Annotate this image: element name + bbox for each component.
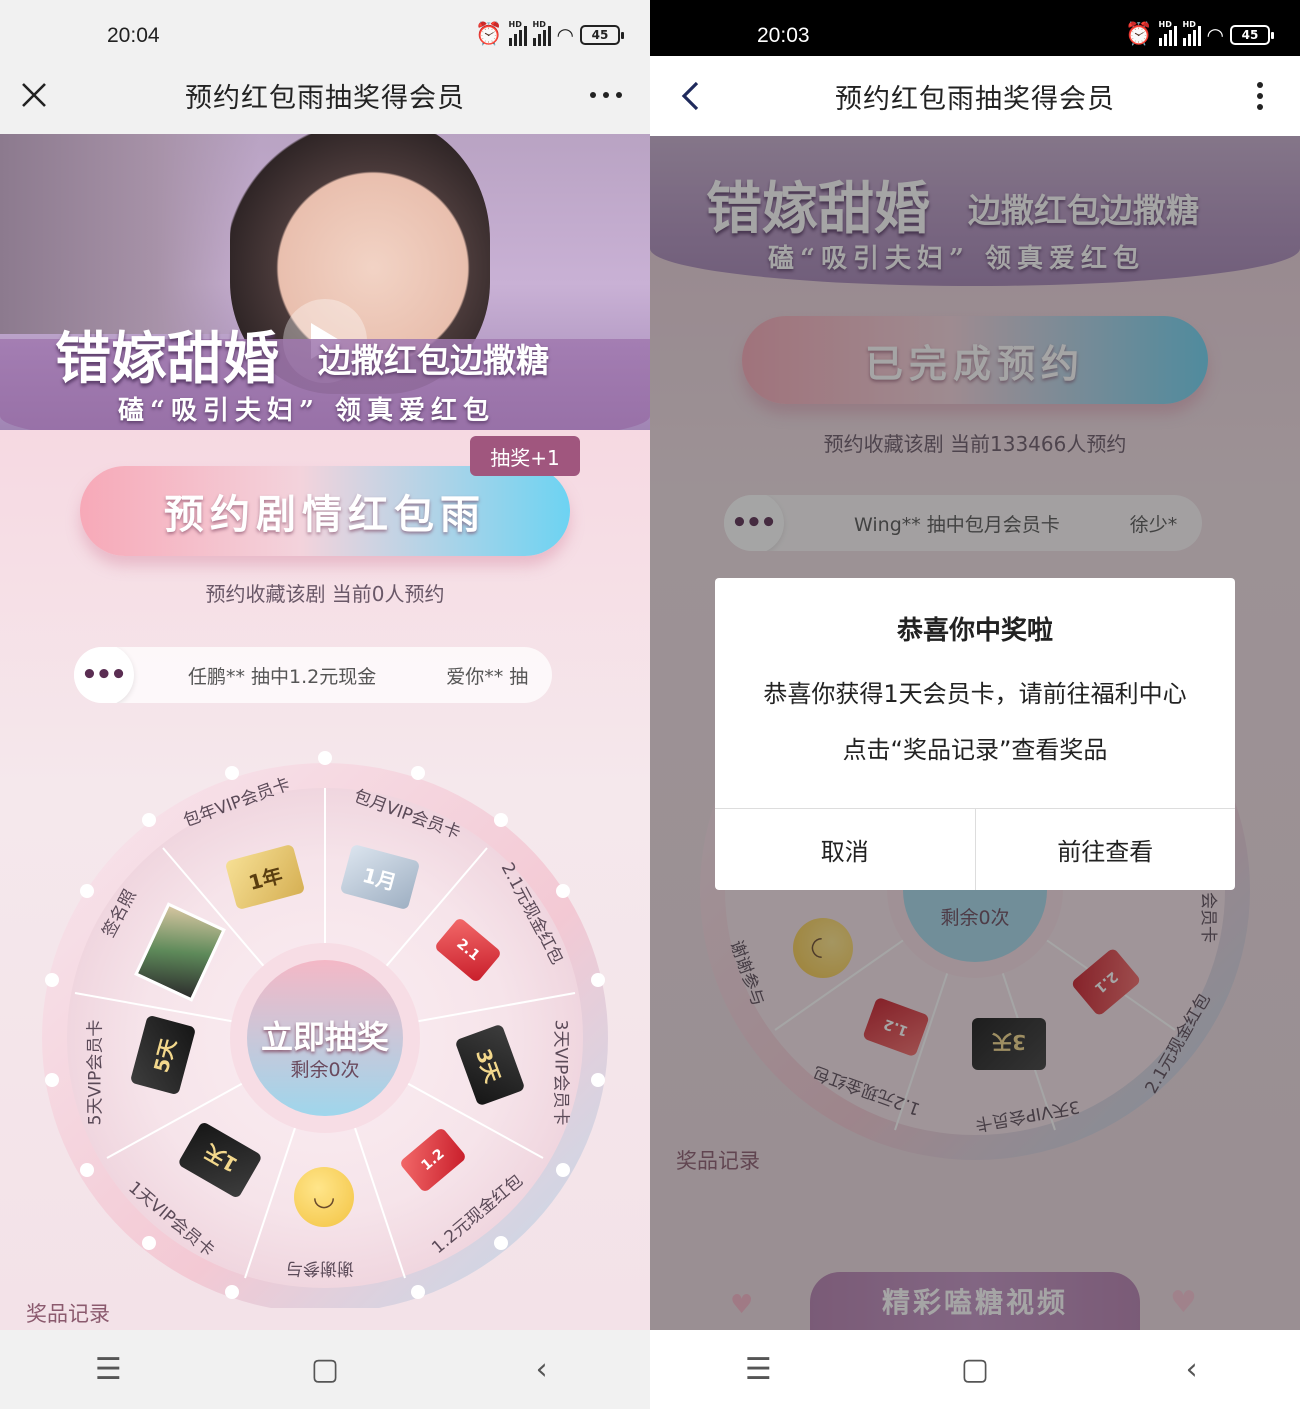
left-phone-screen: 20:04 ⏰ HD HD ◠ 45 预约红包雨抽奖得会员 错嫁甜婚 边撒红包边… xyxy=(0,0,650,1409)
spin-button[interactable]: 立即抽奖 xyxy=(255,1012,395,1058)
spins-left: 剩余0次 xyxy=(290,1059,360,1081)
status-icons: ⏰ HD HD ◠ 45 xyxy=(475,20,624,47)
prize-label: 谢谢参与 xyxy=(286,1258,354,1278)
signal-icon: HD xyxy=(508,20,527,46)
back-icon[interactable]: ‹ xyxy=(1162,1352,1222,1387)
wifi-icon: ◠ xyxy=(1206,22,1224,47)
reserve-button[interactable]: 预约剧情红包雨 xyxy=(80,466,570,556)
page-title: 预约红包雨抽奖得会员 xyxy=(185,82,465,114)
alarm-icon: ⏰ xyxy=(1125,22,1153,47)
status-time: 20:04 xyxy=(107,24,160,47)
drama-banner: 错嫁甜婚 边撒红包边撒糖 磕“吸引夫妇” 领真爱红包 xyxy=(0,134,650,434)
drama-subtitle: 磕“吸引夫妇” 领真爱红包 xyxy=(118,396,495,426)
signal-icon: HD xyxy=(532,20,551,46)
bookshelf-image xyxy=(0,134,260,334)
back-arrow-icon[interactable] xyxy=(666,72,714,120)
reserve-count-text: 预约收藏该剧 当前0人预约 xyxy=(205,582,445,606)
view-prize-button[interactable]: 前往查看 xyxy=(974,809,1236,890)
ticker-message: 爱你** 抽 xyxy=(446,665,529,688)
status-icons: ⏰ HD HD ◠ 45 xyxy=(1125,20,1274,47)
more-icon[interactable] xyxy=(582,71,630,119)
signal-icon: HD xyxy=(1182,20,1201,46)
drama-title: 错嫁甜婚 xyxy=(55,326,279,392)
prize-label: 5天VIP会员卡 xyxy=(85,1019,106,1126)
menu-icon[interactable]: ☰ xyxy=(78,1352,138,1387)
system-nav-bar: ☰ ▢ ‹ xyxy=(650,1330,1300,1409)
cancel-button[interactable]: 取消 xyxy=(715,809,975,890)
page-title: 预约红包雨抽奖得会员 xyxy=(835,83,1115,115)
back-icon[interactable]: ‹ xyxy=(512,1352,572,1387)
status-time: 20:03 xyxy=(757,24,810,47)
battery-icon: 45 xyxy=(580,24,624,45)
wifi-icon: ◠ xyxy=(556,22,574,47)
dialog-message: 恭喜你获得1天会员卡，请前往福利中心点击“奖品记录”查看奖品 xyxy=(763,680,1187,764)
menu-icon[interactable]: ☰ xyxy=(728,1352,788,1387)
ticker-dots-icon: ••• xyxy=(74,647,134,703)
alarm-icon: ⏰ xyxy=(475,22,503,47)
signal-icon: HD xyxy=(1158,20,1177,46)
home-icon[interactable]: ▢ xyxy=(945,1352,1005,1387)
smiley-face-icon: ◡ xyxy=(294,1167,354,1227)
dialog-title: 恭喜你中奖啦 xyxy=(896,616,1053,646)
status-bar: 20:03 ⏰ HD HD ◠ 45 xyxy=(650,0,1300,56)
dialog-buttons: 取消 前往查看 xyxy=(715,808,1235,890)
close-icon[interactable] xyxy=(10,71,58,119)
prize-records-link[interactable]: 奖品记录 xyxy=(26,1298,110,1328)
battery-icon: 45 xyxy=(1230,24,1274,45)
drama-tagline: 边撒红包边撒糖 xyxy=(318,341,549,380)
prize-dialog: 恭喜你中奖啦 恭喜你获得1天会员卡，请前往福利中心点击“奖品记录”查看奖品 取消… xyxy=(715,578,1235,890)
home-icon[interactable]: ▢ xyxy=(295,1352,355,1387)
status-bar: 20:04 ⏰ HD HD ◠ 45 xyxy=(0,0,650,56)
more-vertical-icon[interactable] xyxy=(1236,72,1284,120)
winner-ticker: ••• 任鹏** 抽中1.2元现金 爱你** 抽 xyxy=(74,647,552,703)
title-bar: 预约红包雨抽奖得会员 xyxy=(0,56,650,134)
prize-label: 3天VIP会员卡 xyxy=(550,1019,571,1126)
ticker-message: 任鹏** 抽中1.2元现金 xyxy=(188,665,377,688)
system-nav-bar: ☰ ▢ ‹ xyxy=(0,1330,650,1409)
lottery-plus-badge: 抽奖+1 xyxy=(470,436,580,476)
title-bar: 预约红包雨抽奖得会员 xyxy=(650,56,1300,136)
